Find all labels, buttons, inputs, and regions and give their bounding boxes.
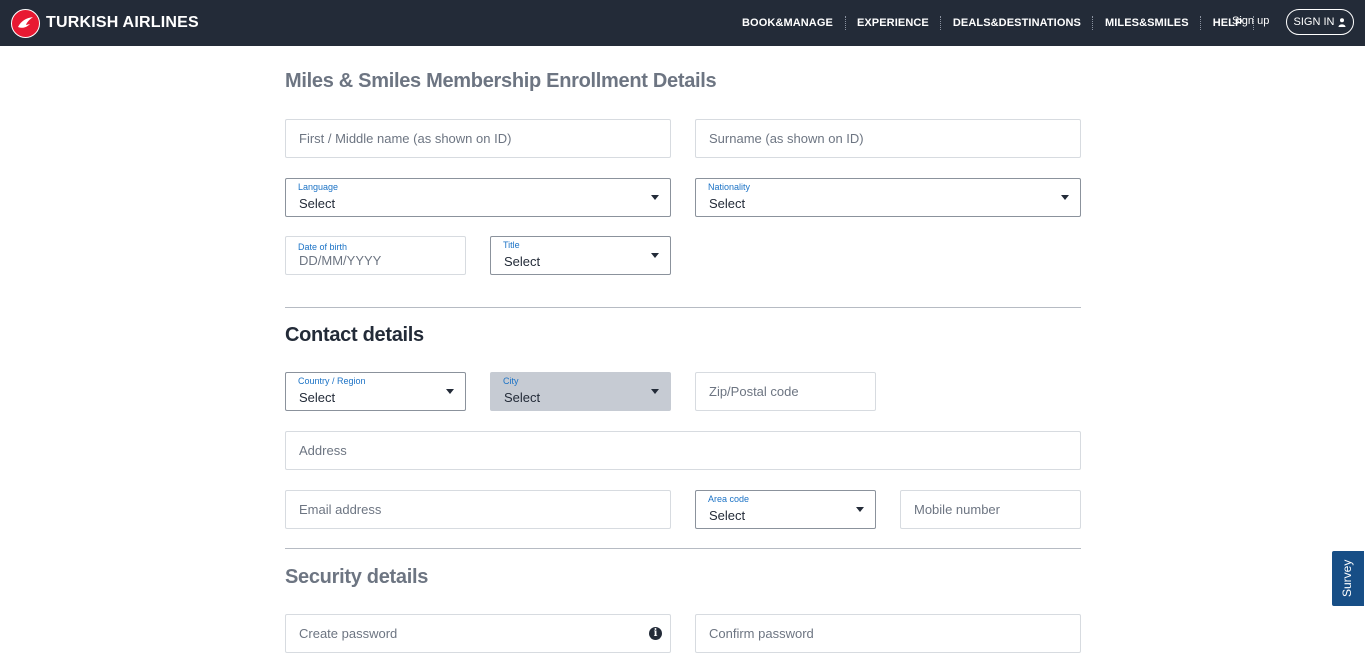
caret-down-icon: [856, 507, 864, 512]
main-nav: BOOK&MANAGE EXPERIENCE DEALS&DESTINATION…: [742, 0, 1255, 46]
date-of-birth-placeholder: DD/MM/YYYY: [299, 253, 382, 268]
date-of-birth-label: Date of birth: [298, 242, 348, 252]
section-divider: [285, 307, 1081, 308]
nav-separator: [1199, 16, 1201, 30]
surname-placeholder: Surname (as shown on ID): [709, 131, 864, 146]
sign-in-button[interactable]: SIGN IN: [1286, 9, 1354, 35]
sign-in-label: SIGN IN: [1293, 16, 1335, 28]
country-region-value: Select: [299, 390, 336, 405]
survey-tab[interactable]: Survey: [1331, 550, 1365, 607]
city-label: City: [503, 376, 519, 386]
nav-book-manage[interactable]: BOOK&MANAGE: [742, 17, 833, 29]
first-name-placeholder: First / Middle name (as shown on ID): [299, 131, 512, 146]
language-label: Language: [298, 182, 339, 192]
info-icon[interactable]: i: [649, 627, 662, 640]
security-details-heading: Security details: [285, 566, 429, 588]
section-divider: [285, 548, 1081, 549]
zip-placeholder: Zip/Postal code: [709, 384, 799, 399]
language-value: Select: [299, 196, 336, 211]
city-value: Select: [504, 390, 541, 405]
user-icon: [1338, 17, 1346, 27]
nav-separator: [844, 16, 846, 30]
country-region-select[interactable]: Country / Region Select: [285, 372, 466, 411]
sign-up-link[interactable]: Sign up: [1232, 15, 1269, 27]
top-navigation-bar: TURKISH AIRLINES BOOK&MANAGE EXPERIENCE …: [0, 0, 1365, 46]
area-code-value: Select: [709, 508, 746, 523]
surname-input[interactable]: Surname (as shown on ID): [695, 119, 1081, 158]
nav-separator: [1091, 16, 1093, 30]
nationality-label: Nationality: [708, 182, 751, 192]
nationality-value: Select: [709, 196, 746, 211]
country-region-label: Country / Region: [298, 376, 366, 386]
language-select[interactable]: Language Select: [285, 178, 671, 217]
date-of-birth-input[interactable]: Date of birth DD/MM/YYYY: [285, 236, 466, 275]
title-label: Title: [503, 240, 520, 250]
nav-deals-destinations[interactable]: DEALS&DESTINATIONS: [953, 17, 1081, 29]
title-select[interactable]: Title Select: [490, 236, 671, 275]
caret-down-icon: [651, 253, 659, 258]
brand-name: TURKISH AIRLINES: [46, 14, 199, 31]
mobile-number-input[interactable]: Mobile number: [900, 490, 1081, 529]
turkish-airlines-logo[interactable]: TURKISH AIRLINES: [11, 8, 199, 38]
caret-down-icon: [651, 195, 659, 200]
email-input[interactable]: Email address: [285, 490, 671, 529]
mobile-placeholder: Mobile number: [914, 502, 1000, 517]
contact-details-heading: Contact details: [285, 324, 424, 346]
title-value: Select: [504, 254, 541, 269]
email-placeholder: Email address: [299, 502, 382, 517]
nav-miles-smiles[interactable]: MILES&SMILES: [1105, 17, 1189, 29]
crane-logo-icon: [11, 8, 40, 38]
first-name-input[interactable]: First / Middle name (as shown on ID): [285, 119, 671, 158]
area-code-select[interactable]: Area code Select: [695, 490, 876, 529]
address-placeholder: Address: [299, 443, 347, 458]
nav-experience[interactable]: EXPERIENCE: [857, 17, 929, 29]
city-select[interactable]: City Select: [490, 372, 671, 411]
nationality-select[interactable]: Nationality Select: [695, 178, 1081, 217]
caret-down-icon: [1061, 195, 1069, 200]
area-code-label: Area code: [708, 494, 750, 504]
caret-down-icon: [651, 389, 659, 394]
page-title: Miles & Smiles Membership Enrollment Det…: [285, 70, 717, 92]
address-input[interactable]: Address: [285, 431, 1081, 470]
create-password-input[interactable]: Create password i: [285, 614, 671, 653]
zip-postal-code-input[interactable]: Zip/Postal code: [695, 372, 876, 411]
nav-separator: [939, 16, 941, 30]
survey-label: Survey: [1340, 559, 1354, 597]
confirm-password-placeholder: Confirm password: [709, 626, 814, 641]
create-password-placeholder: Create password: [299, 626, 398, 641]
caret-down-icon: [446, 389, 454, 394]
confirm-password-input[interactable]: Confirm password: [695, 614, 1081, 653]
